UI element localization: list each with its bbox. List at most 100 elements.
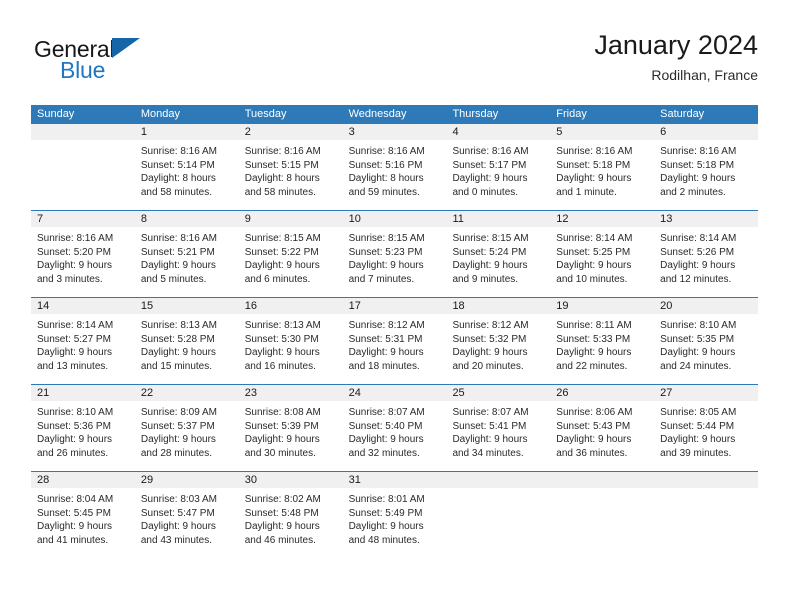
day-number: 20 xyxy=(654,298,759,314)
day-details: Sunrise: 8:07 AM Sunset: 5:41 PM Daylight:… xyxy=(446,401,550,460)
sunset-text: Sunset: 5:41 PM xyxy=(452,420,527,432)
day-details: Sunrise: 8:02 AM Sunset: 5:48 PM Daylight:… xyxy=(239,488,343,547)
day-cell[interactable]: 3 Sunrise: 8:16 AM Sunset: 5:16 PM Daylight… xyxy=(342,124,447,210)
sunrise-text: Sunrise: 8:16 AM xyxy=(140,233,218,244)
day-cell[interactable]: 14 Sunrise: 8:14 AM Sunset: 5:27 PM Dayligh… xyxy=(31,298,135,384)
day-number: 31 xyxy=(342,472,447,488)
daylight-text: Daylight: 9 hours and 30 minutes. xyxy=(244,434,320,459)
day-cell[interactable]: 12 Sunrise: 8:14 AM Sunset: 5:25 PM Dayligh… xyxy=(550,211,655,297)
day-cell[interactable]: 28 Sunrise: 8:04 AM Sunset: 5:45 PM Dayligh… xyxy=(31,472,135,558)
daylight-text: Daylight: 9 hours and 48 minutes. xyxy=(348,521,424,546)
sunset-text: Sunset: 5:18 PM xyxy=(660,159,735,171)
day-cell[interactable]: 16 Sunrise: 8:13 AM Sunset: 5:30 PM Dayligh… xyxy=(238,298,343,384)
calendar-weeks: 1 Sunrise: 8:16 AM Sunset: 5:14 PM Daylight… xyxy=(31,124,759,558)
day-cell[interactable]: 20 Sunrise: 8:10 AM Sunset: 5:35 PM Dayligh… xyxy=(654,298,759,384)
day-details: Sunrise: 8:12 AM Sunset: 5:31 PM Daylight:… xyxy=(343,314,447,373)
sunrise-text: Sunrise: 8:11 AM xyxy=(556,320,632,331)
day-number: 23 xyxy=(238,385,343,401)
day-cell[interactable]: 8 Sunrise: 8:16 AM Sunset: 5:21 PM Daylight… xyxy=(134,211,239,297)
sunset-text: Sunset: 5:17 PM xyxy=(452,159,527,171)
sunset-text: Sunset: 5:47 PM xyxy=(140,507,215,519)
day-details: Sunrise: 8:03 AM Sunset: 5:47 PM Daylight:… xyxy=(135,488,239,547)
day-cell[interactable]: 7 Sunrise: 8:16 AM Sunset: 5:20 PM Daylight… xyxy=(31,211,135,297)
day-number: 28 xyxy=(31,472,135,488)
sunrise-text: Sunrise: 8:16 AM xyxy=(556,146,633,157)
day-number: 10 xyxy=(342,211,447,227)
day-details: Sunrise: 8:12 AM Sunset: 5:32 PM Daylight:… xyxy=(446,314,550,373)
sunset-text: Sunset: 5:33 PM xyxy=(556,333,631,345)
day-cell[interactable]: 29 Sunrise: 8:03 AM Sunset: 5:47 PM Dayligh… xyxy=(134,472,239,558)
day-cell[interactable]: 5 Sunrise: 8:16 AM Sunset: 5:18 PM Daylight… xyxy=(550,124,655,210)
day-cell[interactable]: 23 Sunrise: 8:08 AM Sunset: 5:39 PM Dayligh… xyxy=(238,385,343,471)
daylight-text: Daylight: 9 hours and 39 minutes. xyxy=(660,434,736,459)
sunset-text: Sunset: 5:27 PM xyxy=(37,333,111,345)
calendar-week-inner: 1 Sunrise: 8:16 AM Sunset: 5:14 PM Daylight… xyxy=(31,124,759,210)
day-cell[interactable]: 19 Sunrise: 8:11 AM Sunset: 5:33 PM Dayligh… xyxy=(550,298,655,384)
sunset-text: Sunset: 5:45 PM xyxy=(37,507,111,519)
day-cell[interactable]: 4 Sunrise: 8:16 AM Sunset: 5:17 PM Daylight… xyxy=(446,124,551,210)
day-number: 25 xyxy=(446,385,551,401)
sunrise-text: Sunrise: 8:16 AM xyxy=(244,146,321,157)
day-cell[interactable]: 21 Sunrise: 8:10 AM Sunset: 5:36 PM Dayligh… xyxy=(31,385,135,471)
sunrise-text: Sunrise: 8:04 AM xyxy=(37,494,114,505)
day-details: Sunrise: 8:01 AM Sunset: 5:49 PM Daylight:… xyxy=(343,488,447,547)
day-number: 17 xyxy=(342,298,447,314)
day-number: 7 xyxy=(31,211,135,227)
sunset-text: Sunset: 5:49 PM xyxy=(348,507,423,519)
weekday-header-monday: Monday xyxy=(140,108,180,120)
day-details: Sunrise: 8:10 AM Sunset: 5:35 PM Daylight:… xyxy=(654,314,758,373)
day-details: Sunrise: 8:05 AM Sunset: 5:44 PM Daylight:… xyxy=(654,401,758,460)
day-cell[interactable]: 30 Sunrise: 8:02 AM Sunset: 5:48 PM Dayligh… xyxy=(238,472,343,558)
day-details: Sunrise: 8:06 AM Sunset: 5:43 PM Daylight:… xyxy=(550,401,654,460)
weekday-header-row: Sunday Monday Tuesday Wednesday Thursday Frid… xyxy=(31,105,758,124)
sunrise-text: Sunrise: 8:12 AM xyxy=(348,320,425,331)
day-details: Sunrise: 8:16 AM Sunset: 5:17 PM Daylight:… xyxy=(446,140,550,199)
weekday-header-thursday: Thursday xyxy=(452,108,499,120)
day-cell[interactable]: 27 Sunrise: 8:05 AM Sunset: 5:44 PM Dayligh… xyxy=(654,385,759,471)
sunset-text: Sunset: 5:36 PM xyxy=(37,420,111,432)
day-cell[interactable]: 13 Sunrise: 8:14 AM Sunset: 5:26 PM Dayligh… xyxy=(654,211,759,297)
day-details: Sunrise: 8:13 AM Sunset: 5:30 PM Daylight:… xyxy=(239,314,343,373)
day-cell[interactable]: 25 Sunrise: 8:07 AM Sunset: 5:41 PM Dayligh… xyxy=(446,385,551,471)
day-number: 1 xyxy=(134,124,239,140)
day-number: 27 xyxy=(654,385,759,401)
day-cell[interactable]: 31 Sunrise: 8:01 AM Sunset: 5:49 PM Dayligh… xyxy=(342,472,447,558)
sunrise-text: Sunrise: 8:08 AM xyxy=(244,407,321,418)
day-cell[interactable]: 11 Sunrise: 8:15 AM Sunset: 5:24 PM Dayligh… xyxy=(446,211,551,297)
sunset-text: Sunset: 5:18 PM xyxy=(556,159,631,171)
daylight-text: Daylight: 9 hours and 15 minutes. xyxy=(140,347,216,372)
sunset-text: Sunset: 5:20 PM xyxy=(37,246,111,258)
sunset-text: Sunset: 5:15 PM xyxy=(244,159,319,171)
sunset-text: Sunset: 5:43 PM xyxy=(556,420,631,432)
day-cell[interactable]: 6 Sunrise: 8:16 AM Sunset: 5:18 PM Daylight… xyxy=(654,124,759,210)
day-cell[interactable]: 26 Sunrise: 8:06 AM Sunset: 5:43 PM Dayligh… xyxy=(550,385,655,471)
day-details: Sunrise: 8:16 AM Sunset: 5:20 PM Daylight:… xyxy=(31,227,135,286)
day-details: Sunrise: 8:16 AM Sunset: 5:18 PM Daylight:… xyxy=(654,140,758,199)
calendar-page: General Blue January 2024 Rodilhan, Fran… xyxy=(0,0,792,612)
day-number: 8 xyxy=(134,211,239,227)
day-cell[interactable]: 24 Sunrise: 8:07 AM Sunset: 5:40 PM Dayligh… xyxy=(342,385,447,471)
sunset-text: Sunset: 5:31 PM xyxy=(348,333,423,345)
day-cell[interactable]: 22 Sunrise: 8:09 AM Sunset: 5:37 PM Dayligh… xyxy=(134,385,239,471)
sunrise-text: Sunrise: 8:14 AM xyxy=(556,233,633,244)
day-cell[interactable]: 10 Sunrise: 8:15 AM Sunset: 5:23 PM Dayligh… xyxy=(342,211,447,297)
day-cell[interactable]: 17 Sunrise: 8:12 AM Sunset: 5:31 PM Dayligh… xyxy=(342,298,447,384)
day-cell[interactable]: 15 Sunrise: 8:13 AM Sunset: 5:28 PM Dayligh… xyxy=(134,298,239,384)
day-number xyxy=(31,124,135,140)
sunset-text: Sunset: 5:23 PM xyxy=(348,246,423,258)
weekday-header-tuesday: Tuesday xyxy=(244,108,287,120)
sunrise-text: Sunrise: 8:16 AM xyxy=(348,146,425,157)
calendar-week-row: 14 Sunrise: 8:14 AM Sunset: 5:27 PM Dayligh… xyxy=(31,297,759,384)
daylight-text: Daylight: 9 hours and 1 minute. xyxy=(556,173,632,198)
day-cell[interactable]: 18 Sunrise: 8:12 AM Sunset: 5:32 PM Dayligh… xyxy=(446,298,551,384)
day-details: Sunrise: 8:15 AM Sunset: 5:24 PM Daylight:… xyxy=(446,227,550,286)
day-number: 14 xyxy=(31,298,135,314)
sunrise-text: Sunrise: 8:03 AM xyxy=(140,494,218,505)
generalblue-logo[interactable]: General Blue xyxy=(34,36,164,88)
day-cell[interactable]: 1 Sunrise: 8:16 AM Sunset: 5:14 PM Daylight… xyxy=(134,124,239,210)
day-cell[interactable]: 2 Sunrise: 8:16 AM Sunset: 5:15 PM Daylight… xyxy=(238,124,343,210)
day-cell[interactable]: 9 Sunrise: 8:15 AM Sunset: 5:22 PM Daylight… xyxy=(238,211,343,297)
day-details: Sunrise: 8:13 AM Sunset: 5:28 PM Daylight:… xyxy=(135,314,239,373)
day-details: Sunrise: 8:11 AM Sunset: 5:33 PM Daylight:… xyxy=(550,314,654,373)
day-number: 4 xyxy=(446,124,551,140)
